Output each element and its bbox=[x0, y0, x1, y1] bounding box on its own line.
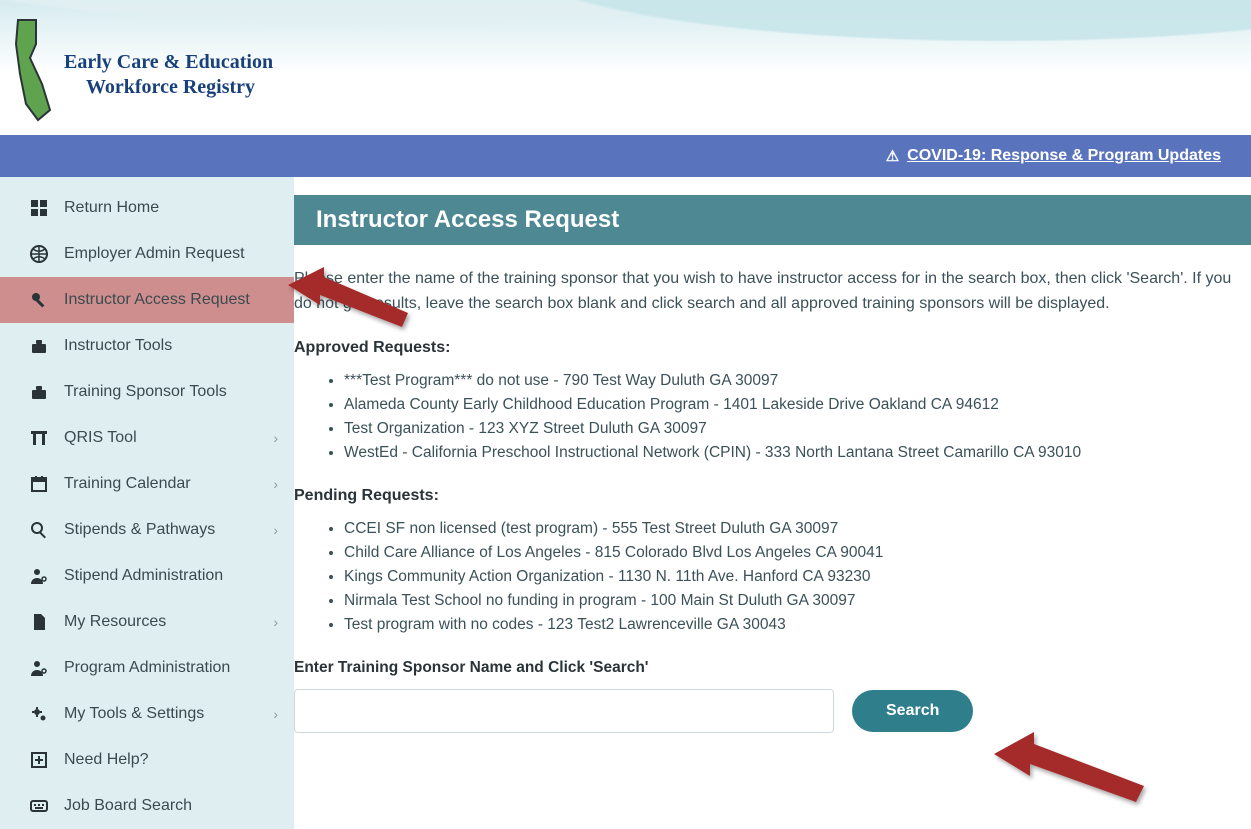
sidebar-item-training-sponsor-tools[interactable]: Training Sponsor Tools bbox=[0, 369, 294, 415]
pending-requests-heading: Pending Requests: bbox=[294, 487, 1251, 505]
page-title-text: Instructor Access Request bbox=[316, 206, 619, 234]
chevron-right-icon: › bbox=[273, 476, 278, 492]
sidebar-item-stipend-administration[interactable]: Stipend Administration bbox=[0, 553, 294, 599]
plus-box-icon bbox=[28, 751, 50, 769]
sidebar-item-training-calendar[interactable]: Training Calendar › bbox=[0, 461, 294, 507]
sidebar-item-qris-tool[interactable]: QRIS Tool › bbox=[0, 415, 294, 461]
sidebar-item-label: Program Administration bbox=[64, 659, 230, 677]
file-icon bbox=[28, 613, 50, 631]
sidebar-item-employer-admin-request[interactable]: Employer Admin Request bbox=[0, 231, 294, 277]
covid-link[interactable]: COVID-19: Response & Program Updates bbox=[907, 147, 1221, 165]
search-label: Enter Training Sponsor Name and Click 'S… bbox=[294, 659, 1251, 677]
pending-requests-list: CCEI SF non licensed (test program) - 55… bbox=[294, 517, 1251, 637]
list-item: ***Test Program*** do not use - 790 Test… bbox=[344, 369, 1251, 393]
list-item: Test Organization - 123 XYZ Street Dulut… bbox=[344, 417, 1251, 441]
sidebar-item-label: Training Sponsor Tools bbox=[64, 383, 227, 401]
header-banner: Early Care & Education Workforce Registr… bbox=[0, 0, 1251, 135]
site-logo[interactable]: Early Care & Education Workforce Registr… bbox=[10, 14, 273, 124]
sidebar-item-label: Job Board Search bbox=[64, 797, 192, 815]
sidebar-item-label: Need Help? bbox=[64, 751, 149, 769]
warning-icon: ⚠ bbox=[886, 147, 899, 165]
sponsor-search-input[interactable] bbox=[294, 689, 834, 733]
sidebar-item-job-board-search[interactable]: Job Board Search bbox=[0, 783, 294, 829]
intro-text: Please enter the name of the training sp… bbox=[294, 267, 1251, 317]
grid-icon bbox=[28, 199, 50, 217]
sidebar-item-my-resources[interactable]: My Resources › bbox=[0, 599, 294, 645]
annotation-arrow-icon bbox=[994, 724, 1154, 814]
chevron-right-icon: › bbox=[273, 706, 278, 722]
site-logo-text: Early Care & Education Workforce Registr… bbox=[64, 50, 273, 100]
announcement-bar: ⚠ COVID-19: Response & Program Updates bbox=[0, 135, 1251, 177]
sidebar-item-return-home[interactable]: Return Home bbox=[0, 185, 294, 231]
sidebar-nav: Return Home Employer Admin Request Instruc… bbox=[0, 177, 294, 829]
sidebar-item-instructor-tools[interactable]: Instructor Tools bbox=[0, 323, 294, 369]
sidebar-item-label: Instructor Tools bbox=[64, 337, 172, 355]
sidebar-item-program-administration[interactable]: Program Administration bbox=[0, 645, 294, 691]
page-title: Instructor Access Request bbox=[294, 195, 1251, 245]
list-item: Test program with no codes - 123 Test2 L… bbox=[344, 613, 1251, 637]
globe-icon bbox=[28, 245, 50, 263]
approved-requests-list: ***Test Program*** do not use - 790 Test… bbox=[294, 369, 1251, 465]
sidebar-item-instructor-access-request[interactable]: Instructor Access Request bbox=[0, 277, 294, 323]
sidebar-item-label: Training Calendar bbox=[64, 475, 191, 493]
list-item: Nirmala Test School no funding in progra… bbox=[344, 589, 1251, 613]
california-map-icon bbox=[10, 14, 58, 124]
sidebar-item-label: QRIS Tool bbox=[64, 429, 137, 447]
user-cog-icon bbox=[28, 567, 50, 585]
toolbox-icon bbox=[28, 383, 50, 401]
search-button[interactable]: Search bbox=[852, 690, 973, 732]
search-icon bbox=[28, 521, 50, 539]
list-item: CCEI SF non licensed (test program) - 55… bbox=[344, 517, 1251, 541]
main-content: Instructor Access Request Please enter t… bbox=[294, 177, 1251, 829]
sidebar-item-label: My Resources bbox=[64, 613, 166, 631]
key-icon bbox=[28, 291, 50, 309]
arch-icon bbox=[28, 429, 50, 447]
sidebar-item-label: Instructor Access Request bbox=[64, 291, 250, 309]
chevron-right-icon: › bbox=[273, 430, 278, 446]
keyboard-icon bbox=[28, 797, 50, 815]
list-item: Kings Community Action Organization - 11… bbox=[344, 565, 1251, 589]
logo-line1: Early Care & Education bbox=[64, 50, 273, 75]
sidebar-item-label: Employer Admin Request bbox=[64, 245, 245, 263]
sidebar-item-label: Stipend Administration bbox=[64, 567, 223, 585]
sidebar-item-need-help[interactable]: Need Help? bbox=[0, 737, 294, 783]
chevron-right-icon: › bbox=[273, 522, 278, 538]
list-item: Alameda County Early Childhood Education… bbox=[344, 393, 1251, 417]
sidebar-item-label: Return Home bbox=[64, 199, 159, 217]
toolbox-icon bbox=[28, 337, 50, 355]
sidebar-item-stipends-pathways[interactable]: Stipends & Pathways › bbox=[0, 507, 294, 553]
sidebar-item-label: Stipends & Pathways bbox=[64, 521, 215, 539]
list-item: Child Care Alliance of Los Angeles - 815… bbox=[344, 541, 1251, 565]
sidebar-item-my-tools-settings[interactable]: My Tools & Settings › bbox=[0, 691, 294, 737]
list-item: WestEd - California Preschool Instructio… bbox=[344, 441, 1251, 465]
sidebar-item-label: My Tools & Settings bbox=[64, 705, 204, 723]
cogs-icon bbox=[28, 705, 50, 723]
user-cog-icon bbox=[28, 659, 50, 677]
logo-line2: Workforce Registry bbox=[64, 75, 273, 100]
chevron-right-icon: › bbox=[273, 614, 278, 630]
search-row: Search bbox=[294, 689, 1251, 733]
approved-requests-heading: Approved Requests: bbox=[294, 339, 1251, 357]
calendar-icon bbox=[28, 475, 50, 493]
